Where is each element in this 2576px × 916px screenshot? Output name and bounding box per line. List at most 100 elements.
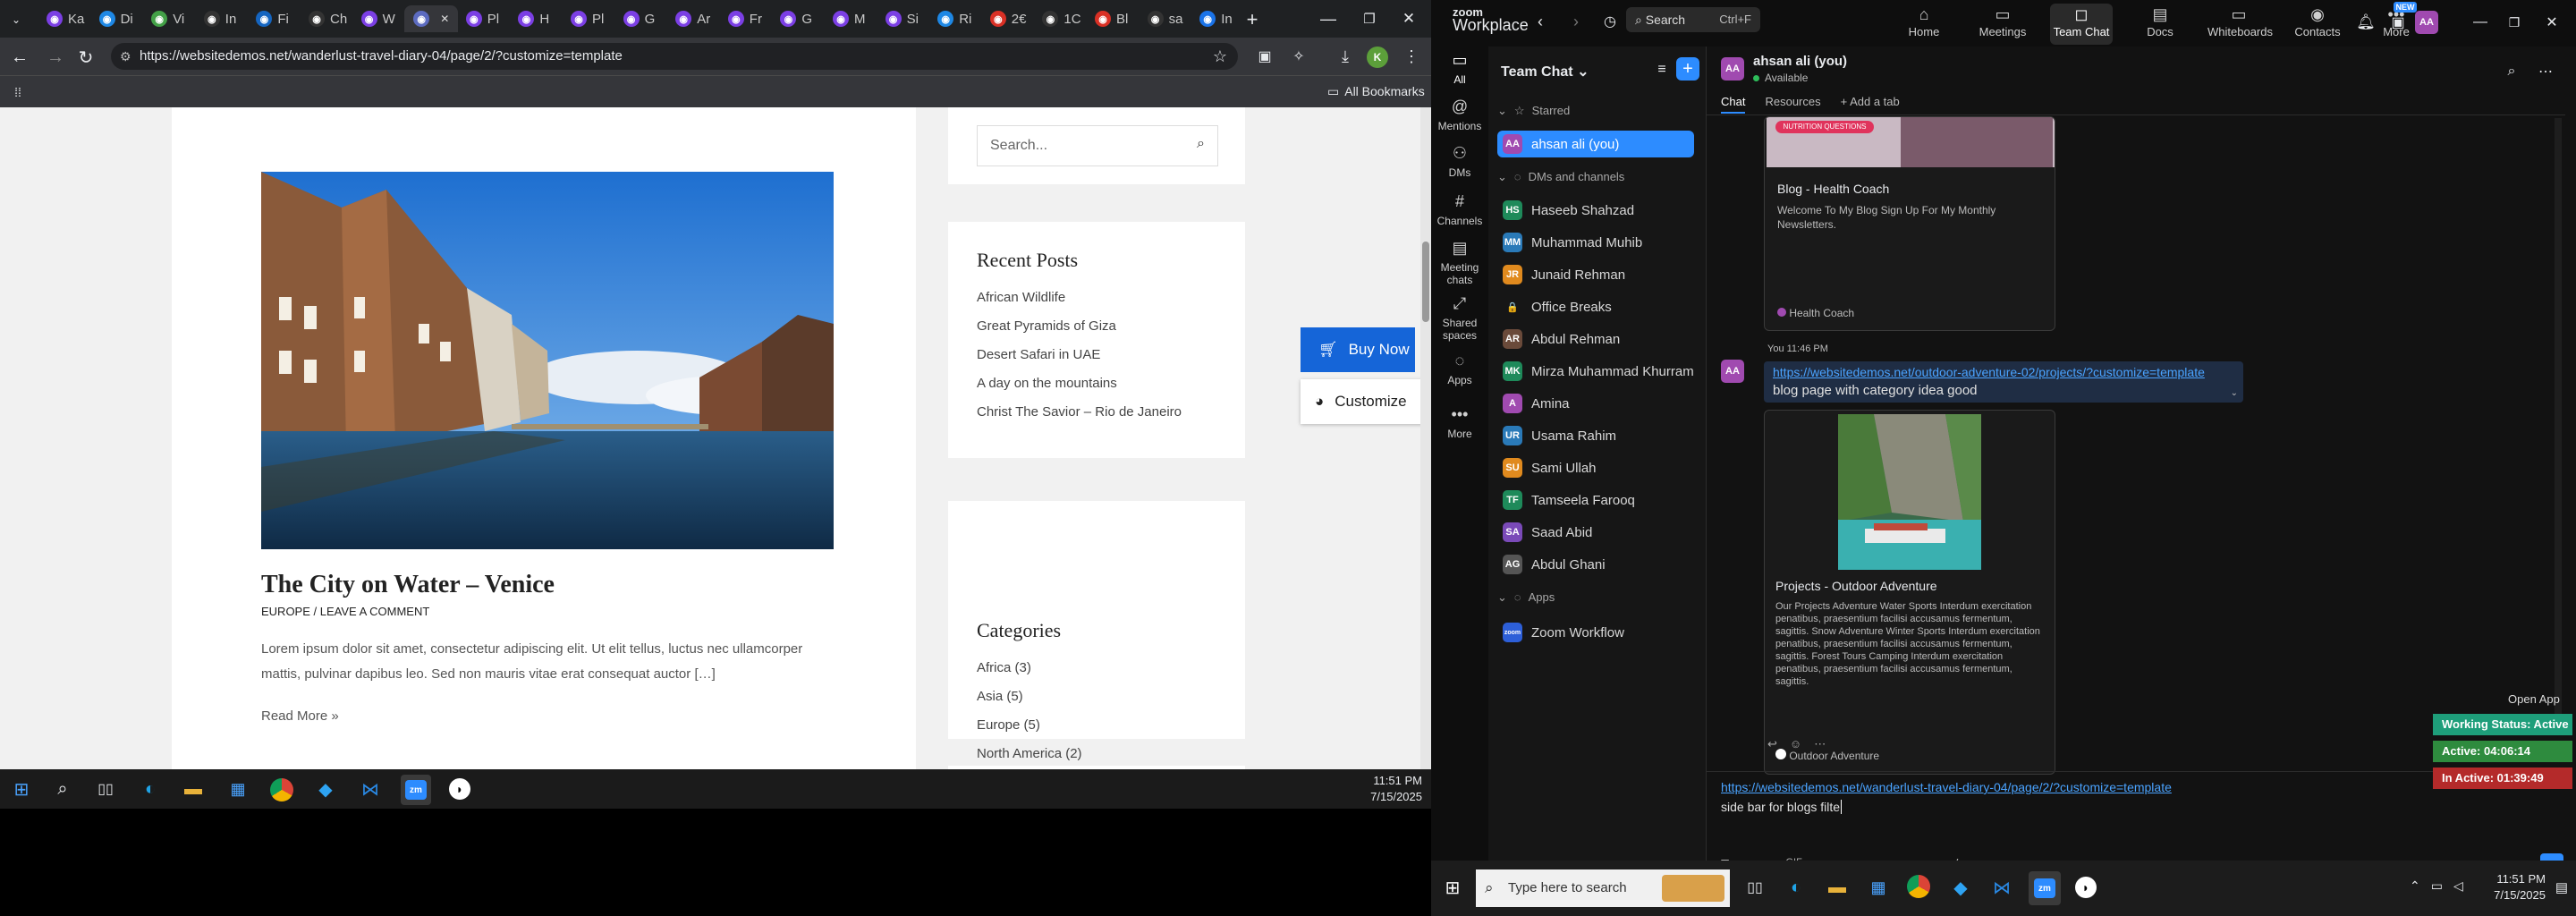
- nav-team-chat[interactable]: ◻ Team Chat: [2050, 4, 2113, 45]
- rail-mentions[interactable]: @ Mentions: [1431, 98, 1488, 132]
- category-link[interactable]: Asia (5): [977, 689, 1023, 704]
- browser-tab[interactable]: ◉ Ch: [300, 5, 352, 32]
- history-icon[interactable]: ◷: [1599, 11, 1621, 32]
- windows-start-icon[interactable]: ⊞: [1442, 877, 1463, 898]
- forward-icon[interactable]: →: [43, 45, 68, 70]
- category-link[interactable]: North America (2): [977, 746, 1082, 761]
- taskbar-search-icon[interactable]: ⌕: [52, 778, 73, 800]
- emoji-reaction-icon[interactable]: ☺: [1790, 737, 1801, 751]
- zoom-maximize-icon[interactable]: ❐: [2503, 11, 2526, 34]
- chat-scrollbar[interactable]: [2555, 118, 2562, 734]
- new-chat-button[interactable]: +: [1676, 57, 1699, 81]
- file-explorer-icon[interactable]: ▬: [182, 778, 204, 800]
- vscode-alt-icon[interactable]: ◆: [1950, 877, 1971, 898]
- notifications-icon[interactable]: 🔔︎: [2354, 11, 2377, 34]
- buy-now-button[interactable]: 🛒︎ Buy Now: [1301, 327, 1415, 372]
- tab-close-icon[interactable]: ✕: [440, 13, 449, 25]
- link-preview-card-1[interactable]: NUTRITION QUESTIONS Blog - Health Coach …: [1764, 116, 2055, 331]
- browser-tab[interactable]: ◉ Vi: [142, 5, 194, 32]
- rail-shared-spaces[interactable]: ⤢ Shared spaces: [1431, 295, 1488, 342]
- edge-icon[interactable]: ◐: [140, 778, 161, 800]
- read-more-link[interactable]: Read More »: [261, 708, 339, 724]
- zoom-profile-avatar[interactable]: AA: [2415, 11, 2438, 34]
- recent-post-link[interactable]: A day on the mountains: [977, 376, 1117, 391]
- download-icon[interactable]: ⤓: [1333, 45, 1358, 68]
- message-bubble[interactable]: https://websitedemos.net/outdoor-adventu…: [1764, 361, 2243, 403]
- clock[interactable]: 11:51 PM 7/15/2025: [1360, 773, 1422, 805]
- rail-all[interactable]: ▭ All: [1431, 52, 1488, 86]
- chat-item-contact[interactable]: SU Sami Ullah: [1497, 454, 1694, 481]
- category-link[interactable]: Africa (3): [977, 660, 1031, 675]
- task-view-icon[interactable]: ▯▯: [1744, 877, 1766, 898]
- search-icon[interactable]: ⌕: [1197, 136, 1205, 152]
- browser-tab[interactable]: ◉ Si: [877, 5, 928, 32]
- site-info-icon[interactable]: ⚙: [120, 43, 131, 70]
- compose-input[interactable]: side bar for blogs filte: [1721, 800, 1843, 814]
- chrome-taskbar-icon[interactable]: [1907, 875, 1930, 898]
- vscode-icon[interactable]: ⋈: [1991, 877, 2012, 898]
- volume-icon[interactable]: ◁: [2453, 878, 2463, 894]
- zoom-close-icon[interactable]: ✕: [2540, 11, 2563, 34]
- tab-search-icon[interactable]: ⌄: [5, 9, 27, 30]
- reload-icon[interactable]: ↻: [73, 45, 98, 70]
- browser-tab[interactable]: ◉ M: [824, 5, 876, 32]
- nav-home[interactable]: ⌂ Home: [1893, 4, 1955, 45]
- search-input[interactable]: Search... ⌕: [977, 125, 1218, 166]
- nav-meetings[interactable]: ▭ Meetings: [1971, 4, 2034, 45]
- chat-item-contact[interactable]: JR Junaid Rehman: [1497, 261, 1694, 288]
- browser-tab[interactable]: ◉ G: [771, 5, 823, 32]
- chat-item-self[interactable]: AA ahsan ali (you): [1497, 131, 1694, 157]
- chat-item-contact[interactable]: AR Abdul Rehman: [1497, 326, 1694, 352]
- customize-button[interactable]: ◕ Customize: [1301, 379, 1424, 424]
- recent-post-link[interactable]: African Wildlife: [977, 290, 1065, 305]
- apps-grid-icon[interactable]: ⁞⁞: [7, 81, 29, 103]
- nav-contacts[interactable]: ◉ Contacts: [2286, 4, 2349, 45]
- scrollbar-thumb[interactable]: [1422, 242, 1429, 322]
- add-tab-button[interactable]: + Add a tab: [1841, 95, 1900, 114]
- starred-section[interactable]: ⌄ ☆ Starred: [1497, 104, 1570, 118]
- chat-more-icon[interactable]: ⋯: [2535, 61, 2556, 82]
- tracker-icon[interactable]: ◗: [2075, 877, 2097, 898]
- browser-tab[interactable]: ◉ Pl: [457, 5, 509, 32]
- reply-icon[interactable]: ↩: [1767, 737, 1777, 751]
- network-icon[interactable]: ▭: [2431, 878, 2443, 894]
- browser-tab[interactable]: ◉ Pl: [562, 5, 614, 32]
- minimize-icon[interactable]: —: [1315, 7, 1342, 30]
- chat-item-contact[interactable]: TF Tamseela Farooq: [1497, 487, 1694, 513]
- dms-section[interactable]: ⌄ ◌ DMs and channels: [1497, 170, 1624, 184]
- zoom-minimize-icon[interactable]: —: [2469, 11, 2492, 34]
- extensions-puzzle-icon[interactable]: ✧: [1286, 45, 1311, 68]
- maximize-icon[interactable]: ❐: [1356, 7, 1383, 30]
- notification-center-icon[interactable]: ▤: [2553, 877, 2571, 898]
- taskbar-search-input[interactable]: ⌕ Type here to search: [1476, 869, 1730, 907]
- browser-tab[interactable]: ◉ 1C: [1033, 5, 1085, 32]
- recent-post-link[interactable]: Christ The Savior – Rio de Janeiro: [977, 404, 1182, 420]
- browser-tab[interactable]: ◉ ✕: [404, 5, 459, 32]
- browser-tab[interactable]: ◉ Fr: [719, 5, 771, 32]
- new-tab-button[interactable]: +: [1240, 7, 1265, 32]
- profile-avatar[interactable]: K: [1367, 47, 1388, 68]
- recent-post-link[interactable]: Great Pyramids of Giza: [977, 318, 1116, 334]
- page-scrollbar[interactable]: [1420, 107, 1431, 769]
- browser-tab[interactable]: ◉ G: [614, 5, 666, 32]
- chat-item-contact[interactable]: A Amina: [1497, 390, 1694, 417]
- zoom-taskbar-button[interactable]: zm: [401, 775, 431, 805]
- compose-link[interactable]: https://websitedemos.net/wanderlust-trav…: [1721, 780, 2172, 794]
- post-title[interactable]: The City on Water – Venice: [261, 571, 555, 599]
- browser-tab[interactable]: ◉ H: [509, 5, 561, 32]
- browser-tab[interactable]: ◉ In: [1191, 5, 1242, 32]
- browser-tab[interactable]: ◉ In: [195, 5, 247, 32]
- rail-dms[interactable]: ⚇ DMs: [1431, 145, 1488, 179]
- extension-icon[interactable]: ▣: [1252, 45, 1277, 68]
- chat-item-contact[interactable]: MM Muhammad Muhib: [1497, 229, 1694, 256]
- open-app-label[interactable]: Open App: [2508, 692, 2560, 706]
- file-explorer-icon[interactable]: ▬: [1826, 877, 1848, 898]
- link-preview-card-2[interactable]: Projects - Outdoor Adventure Our Project…: [1764, 410, 2055, 775]
- apps-section[interactable]: ⌄ ◌ Apps: [1497, 590, 1555, 605]
- browser-tab[interactable]: ◉ W: [352, 5, 404, 32]
- address-bar[interactable]: ⚙ https://websitedemos.net/wanderlust-tr…: [111, 43, 1238, 70]
- zoom-taskbar-button[interactable]: zm: [2029, 871, 2061, 905]
- browser-tab[interactable]: ◉ 2€: [981, 5, 1033, 32]
- tray-chevron-icon[interactable]: ⌃: [2410, 878, 2420, 894]
- zoom-search-input[interactable]: ⌕ Search Ctrl+F: [1626, 7, 1760, 32]
